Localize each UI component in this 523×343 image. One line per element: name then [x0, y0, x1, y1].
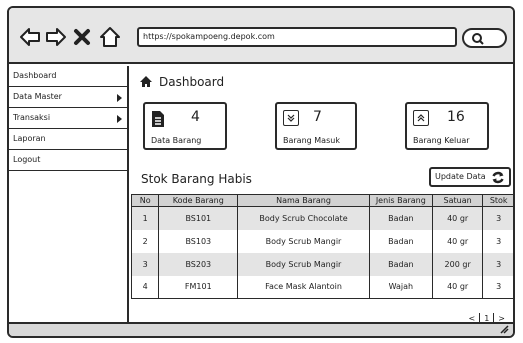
sidebar-item-laporan[interactable]: Laporan [9, 129, 127, 150]
table-cell: 3 [482, 229, 513, 253]
sidebar-item-logout[interactable]: Logout [9, 150, 127, 171]
table-cell: Badan [368, 206, 433, 230]
table-cell: 3 [482, 252, 513, 276]
column-header[interactable]: Jenis Barang [368, 194, 433, 207]
table-row[interactable]: 3 BS203 Body Scrub Mangir Badan 200 gr 3 [130, 252, 513, 276]
column-header[interactable]: Satuan [431, 194, 484, 207]
stock-table: No Kode Barang Nama Barang Jenis Barang … [130, 194, 513, 299]
sidebar-item-label: Data Master [13, 92, 62, 101]
table-row[interactable]: 4 FM101 Face Mask Alantoin Wajah 40 gr 3 [130, 275, 513, 299]
table-cell: BS101 [158, 206, 239, 230]
sidebar-item-label: Laporan [13, 134, 46, 143]
column-header[interactable]: Kode Barang [158, 194, 239, 207]
card-value: 4 [191, 109, 200, 125]
status-bar [9, 322, 513, 336]
table-header-row: No Kode Barang Nama Barang Jenis Barang … [130, 194, 513, 207]
table-cell: Face Mask Alantoin [237, 275, 370, 299]
card-barang-keluar[interactable]: 16 Barang Keluar [405, 102, 489, 150]
refresh-icon [492, 171, 504, 184]
document-icon [152, 111, 164, 127]
sidebar-item-data-master[interactable]: Data Master [9, 87, 127, 108]
table-cell: Body Scrub Chocolate [237, 206, 370, 230]
chevron-up-icon [413, 110, 429, 126]
search-button[interactable] [462, 28, 507, 48]
table-cell: 1 [130, 206, 160, 230]
section-title: Stok Barang Habis [141, 172, 252, 186]
search-icon [472, 33, 484, 45]
table-row[interactable]: 2 BS103 Body Scrub Mangir Badan 40 gr 3 [130, 229, 513, 253]
table-cell: 40 gr [431, 275, 484, 299]
update-data-button[interactable]: Update Data [429, 167, 511, 187]
table-cell: 40 gr [431, 229, 484, 253]
table-cell: 3 [482, 206, 513, 230]
table-cell: Body Scrub Mangir [237, 252, 370, 276]
home-icon [140, 76, 152, 87]
table-cell: 4 [130, 275, 160, 299]
home-icon[interactable] [99, 26, 121, 48]
sidebar-item-label: Logout [13, 155, 41, 164]
chevron-right-icon [117, 115, 122, 123]
table-cell: Body Scrub Mangir [237, 229, 370, 253]
page-title-text: Dashboard [159, 75, 225, 89]
card-value: 7 [313, 109, 322, 125]
table-cell: BS203 [158, 252, 239, 276]
forward-arrow-icon[interactable] [45, 26, 67, 48]
browser-window: https://spokampoeng.depok.com Dashboard … [7, 6, 515, 338]
chevron-right-icon [117, 94, 122, 102]
table-cell: 40 gr [431, 206, 484, 230]
column-header[interactable]: Nama Barang [237, 194, 370, 207]
main-content: Dashboard 4 Data Barang 7 Barang Masuk 1… [130, 66, 513, 325]
close-icon[interactable] [73, 28, 91, 46]
table-row[interactable]: 1 BS101 Body Scrub Chocolate Badan 40 gr… [130, 206, 513, 230]
sidebar-item-label: Transaksi [13, 113, 51, 122]
back-arrow-icon[interactable] [19, 26, 41, 48]
column-header[interactable]: Stok [482, 194, 513, 207]
table-cell: 3 [482, 275, 513, 299]
page-title: Dashboard [139, 74, 224, 90]
table-cell: 2 [130, 229, 160, 253]
sidebar: Dashboard Data Master Transaksi Laporan … [9, 66, 129, 324]
sidebar-item-label: Dashboard [13, 71, 57, 80]
browser-toolbar: https://spokampoeng.depok.com [9, 8, 513, 64]
table-cell: 200 gr [431, 252, 484, 276]
card-label: Barang Keluar [413, 136, 470, 145]
table-cell: Badan [368, 252, 433, 276]
sidebar-item-dashboard[interactable]: Dashboard [9, 66, 127, 87]
table-cell: BS103 [158, 229, 239, 253]
sidebar-item-transaksi[interactable]: Transaksi [9, 108, 127, 129]
card-label: Barang Masuk [283, 136, 340, 145]
update-data-label: Update Data [435, 172, 486, 181]
table-cell: Wajah [368, 275, 433, 299]
card-label: Data Barang [151, 136, 202, 145]
table-cell: Badan [368, 229, 433, 253]
card-barang-masuk[interactable]: 7 Barang Masuk [275, 102, 357, 150]
resize-grip-icon[interactable] [500, 325, 509, 334]
card-data-barang[interactable]: 4 Data Barang [143, 102, 227, 150]
table-cell: FM101 [158, 275, 239, 299]
table-cell: 3 [130, 252, 160, 276]
url-input[interactable]: https://spokampoeng.depok.com [137, 27, 457, 47]
column-header[interactable]: No [130, 194, 160, 207]
chevron-down-icon [283, 110, 299, 126]
card-value: 16 [447, 109, 465, 125]
